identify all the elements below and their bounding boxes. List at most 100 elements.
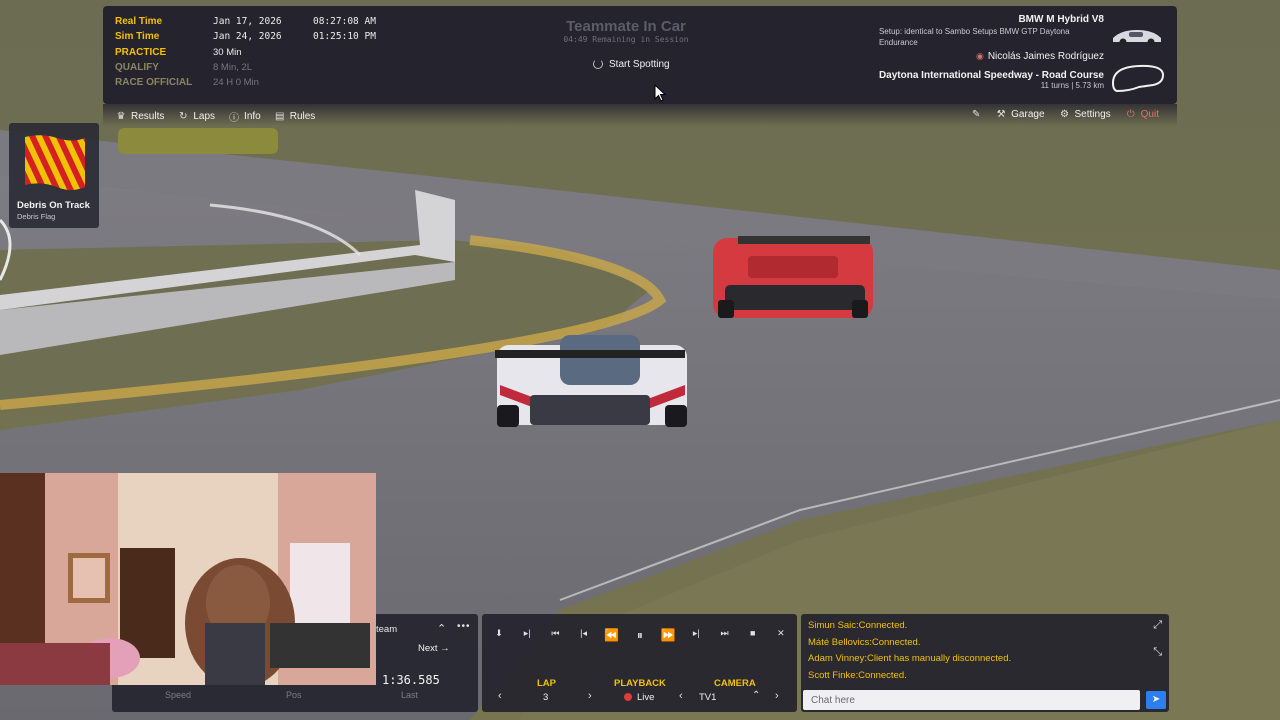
rewind-button[interactable]: ⏪ xyxy=(603,628,621,642)
skip-to-start-button[interactable]: ⏮ xyxy=(546,628,564,642)
trophy-icon: ♛ xyxy=(116,111,126,122)
results-tab[interactable]: ♛ Results xyxy=(116,109,165,124)
start-spotting-button[interactable]: Start Spotting xyxy=(593,55,670,73)
camera-value: TV1 xyxy=(699,692,717,703)
collapse-icon[interactable]: ⤡ xyxy=(1153,646,1162,659)
real-time-label: Real Time xyxy=(115,16,163,28)
settings-button[interactable]: ⚙ Settings xyxy=(1060,109,1111,120)
camera-icon[interactable]: ■ xyxy=(744,628,762,642)
chat-panel: Simun Saic:Connected. Máté Bellovics:Con… xyxy=(801,614,1169,712)
playback-live[interactable]: Live xyxy=(624,692,654,703)
lap-value: 3 xyxy=(543,692,549,703)
practice-label: PRACTICE xyxy=(115,46,167,58)
rules-tab[interactable]: ▤ Rules xyxy=(275,109,316,124)
results-label: Results xyxy=(131,111,165,122)
session-nav-left: ♛ Results ↻ Laps ⓘ Info ▤ Rules xyxy=(116,109,316,124)
qualify-row: QUALIFY 8 Min, 2L xyxy=(115,60,376,75)
speed-label: Speed xyxy=(165,690,192,700)
rules-icon: ▤ xyxy=(275,111,285,122)
chat-message: Máté Bellovics:Connected. xyxy=(808,636,921,648)
expand-icon[interactable]: ⤢ xyxy=(1153,619,1162,632)
pause-button[interactable]: ⏸ xyxy=(631,628,649,642)
previous-incident-button[interactable]: |◂ xyxy=(575,628,593,642)
playback-panel: ⬇ ▸| ⏮ |◂ ⏪ ⏸ ⏩ ▸| ⏭ ■ ✕ LAP ‹ 3 › PLAYB… xyxy=(482,614,797,712)
flag-subtitle: Debris Flag xyxy=(17,212,56,221)
chevron-up-icon[interactable]: ⌃ xyxy=(437,622,446,635)
track-name: Daytona International Speedway - Road Co… xyxy=(878,70,1104,81)
send-button[interactable]: ➤ xyxy=(1146,691,1166,709)
qualify-duration: 8 Min, 2L xyxy=(213,62,253,74)
team-select-label[interactable]: team xyxy=(376,624,397,635)
race-label: RACE OFFICIAL xyxy=(115,77,193,89)
slow-motion-button[interactable]: ⬇ xyxy=(490,628,508,642)
more-options-icon[interactable]: ••• xyxy=(457,621,471,632)
flag-card: Debris On Track Debris Flag xyxy=(9,123,99,228)
real-time-row: Real Time Jan 17, 2026 08:27:08 AM xyxy=(115,14,376,29)
settings-label: Settings xyxy=(1074,109,1111,120)
live-dot-icon xyxy=(624,693,632,701)
mouse-cursor-icon xyxy=(654,84,667,102)
skip-to-end-button[interactable]: ⏭ xyxy=(716,628,734,642)
start-spotting-label: Start Spotting xyxy=(609,58,670,70)
camera-next-arrow[interactable]: › xyxy=(775,690,779,702)
playback-value: Live xyxy=(637,692,655,703)
track-meta: 11 turns | 5.73 km xyxy=(1040,81,1104,90)
sim-time-row: Sim Time Jan 24, 2026 01:25:10 PM xyxy=(115,29,376,44)
power-icon: ⏻ xyxy=(1126,109,1135,120)
session-nav: ♛ Results ↻ Laps ⓘ Info ▤ Rules ✎ ⚒ Gara… xyxy=(103,104,1177,126)
chat-messages: Simun Saic:Connected. Máté Bellovics:Con… xyxy=(808,618,1011,685)
step-forward-frame-button[interactable]: ▸| xyxy=(518,628,536,642)
qualify-label: QUALIFY xyxy=(115,62,159,74)
rules-label: Rules xyxy=(289,111,316,122)
info-icon: ⓘ xyxy=(229,113,240,124)
quit-button[interactable]: ⏻ Quit xyxy=(1126,109,1159,120)
laps-label: Laps xyxy=(193,111,216,122)
webcam-overlay xyxy=(0,473,376,685)
practice-row: PRACTICE 30 Min xyxy=(115,45,376,60)
flag-title: Debris On Track xyxy=(17,200,90,211)
driver-icon: ◉ xyxy=(975,51,984,61)
quit-label: Quit xyxy=(1140,109,1159,120)
spotter-icon xyxy=(593,59,603,69)
camera-label: CAMERA xyxy=(714,678,756,689)
chat-input[interactable] xyxy=(803,690,1140,710)
wrench-icon: ⚒ xyxy=(996,109,1006,120)
edit-button[interactable]: ✎ xyxy=(971,109,981,120)
garage-button[interactable]: ⚒ Garage xyxy=(996,109,1045,120)
practice-duration: 30 Min xyxy=(213,46,242,58)
session-nav-right: ✎ ⚒ Garage ⚙ Settings ⏻ Quit xyxy=(971,109,1159,120)
arrow-right-icon: → xyxy=(440,643,450,654)
next-button[interactable]: Next → xyxy=(418,643,450,654)
real-time-date: Jan 17, 2026 xyxy=(213,16,282,28)
info-tab[interactable]: ⓘ Info xyxy=(229,109,261,124)
lap-time: 1:36.585 xyxy=(382,673,440,687)
lap-label: LAP xyxy=(537,678,556,689)
laps-tab[interactable]: ↻ Laps xyxy=(178,109,215,124)
tools-icon[interactable]: ✕ xyxy=(772,628,790,642)
send-icon: ➤ xyxy=(1151,694,1161,705)
camera-chevron-up-icon[interactable]: ⌃ xyxy=(752,690,760,701)
pencil-icon: ✎ xyxy=(971,109,981,120)
replay-controls: ⬇ ▸| ⏮ |◂ ⏪ ⏸ ⏩ ▸| ⏭ ■ ✕ xyxy=(490,628,790,642)
lap-prev-arrow[interactable]: ‹ xyxy=(498,690,502,702)
sim-time-clock: 01:25:10 PM xyxy=(313,31,376,43)
car-name: BMW M Hybrid V8 xyxy=(1018,14,1104,25)
debris-flag-icon xyxy=(25,135,85,190)
session-remaining: 04:49 Remaining in Session xyxy=(563,35,689,44)
chat-message: Scott Finke:Connected. xyxy=(808,670,907,682)
session-status: Teammate In Car 04:49 Remaining in Sessi… xyxy=(523,18,729,44)
chat-message: Adam Vinney:Client has manually disconne… xyxy=(808,653,1012,665)
race-row: RACE OFFICIAL 24 H 0 Min xyxy=(115,75,376,90)
car-setup: Setup: identical to Sambo Setups BMW GTP… xyxy=(878,27,1070,47)
session-title: Teammate In Car xyxy=(566,18,686,35)
position-label: Pos xyxy=(286,690,302,700)
last-lap-label: Last xyxy=(401,690,419,700)
session-bar: Real Time Jan 17, 2026 08:27:08 AM Sim T… xyxy=(103,6,1177,104)
webcam-image xyxy=(0,473,376,685)
car-info: BMW M Hybrid V8 Setup: identical to Samb… xyxy=(879,14,1104,90)
next-incident-button[interactable]: ▸| xyxy=(687,628,705,642)
camera-prev-arrow[interactable]: ‹ xyxy=(679,690,683,702)
fast-forward-button[interactable]: ⏩ xyxy=(659,628,677,642)
lap-next-arrow[interactable]: › xyxy=(588,690,592,702)
sim-time-label: Sim Time xyxy=(115,31,160,43)
